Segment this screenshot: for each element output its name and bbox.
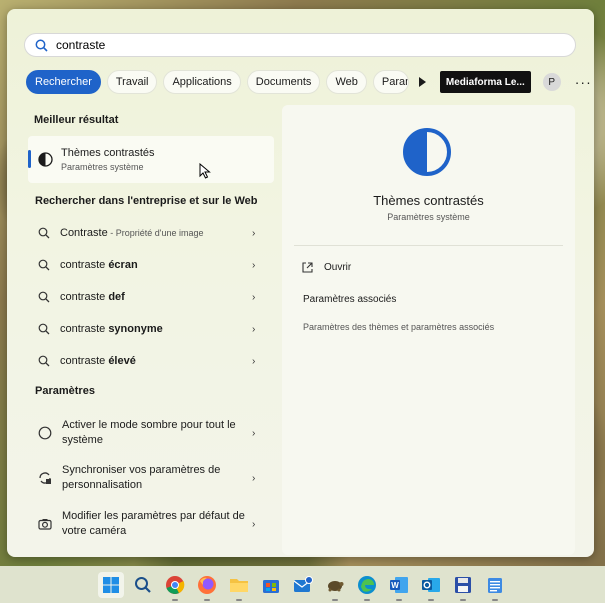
open-button[interactable]: Ouvrir <box>302 262 351 273</box>
web-result-text: contraste <box>60 291 109 303</box>
notepad-icon <box>487 577 502 593</box>
chip-documents[interactable]: Documents <box>246 70 321 94</box>
setting-label: Synchroniser vos paramètres de personnal… <box>62 464 221 491</box>
taskbar-file-explorer[interactable] <box>226 572 252 601</box>
camera-icon <box>38 519 52 530</box>
word-icon: W <box>389 576 408 593</box>
chevron-right-icon: › <box>252 323 256 335</box>
avatar[interactable]: P <box>542 73 561 91</box>
web-result-bold: écran <box>108 259 138 271</box>
web-result-bold: synonyme <box>108 323 163 335</box>
chevron-right-icon: › <box>252 259 256 271</box>
chevron-right-icon: › <box>252 291 256 303</box>
web-result-text: contraste <box>60 323 109 335</box>
taskbar-search-button[interactable] <box>130 572 156 598</box>
taskbar-edge[interactable] <box>354 572 380 601</box>
contrast-icon <box>38 152 53 167</box>
folder-icon <box>229 578 248 592</box>
store-icon <box>262 579 279 593</box>
chevron-right-icon: › <box>252 518 256 530</box>
section-settings: Paramètres <box>35 385 95 397</box>
chip-web[interactable]: Web <box>326 70 367 94</box>
preview-title: Thèmes contrastés <box>373 193 484 208</box>
chrome-icon <box>165 575 184 594</box>
mail-icon <box>293 575 313 592</box>
sync-icon <box>39 472 51 484</box>
filter-chips: Rechercher Travail Applications Document… <box>26 70 592 94</box>
web-result-bold: def <box>108 291 125 303</box>
edge-icon <box>357 575 376 594</box>
open-external-icon <box>302 262 313 273</box>
chip-travail[interactable]: Travail <box>106 70 158 94</box>
setting-label: Modifier les paramètres par défaut de vo… <box>62 510 245 537</box>
outlook-icon <box>421 577 440 592</box>
taskbar-word[interactable]: W <box>386 572 412 601</box>
web-result-bold: élevé <box>108 355 136 367</box>
taskbar-store[interactable] <box>258 572 284 598</box>
web-result-1[interactable]: Contraste - Propriété d'une image › <box>28 223 274 243</box>
taskbar-notepad[interactable] <box>482 572 508 601</box>
more-options-icon[interactable]: ··· <box>575 74 592 90</box>
windows-start-icon <box>102 576 119 593</box>
contrast-icon-large <box>403 128 451 176</box>
web-result-3[interactable]: contraste def › <box>28 287 274 307</box>
web-result-text: contraste <box>60 355 109 367</box>
search-icon <box>134 576 151 593</box>
associated-settings-title: Paramètres associés <box>303 294 397 305</box>
search-box[interactable] <box>24 33 576 57</box>
chip-rechercher[interactable]: Rechercher <box>26 70 101 94</box>
web-result-4[interactable]: contraste synonyme › <box>28 319 274 339</box>
chevron-right-icon: › <box>252 427 256 439</box>
associated-settings-link[interactable]: Paramètres des thèmes et paramètres asso… <box>303 322 494 332</box>
section-web: Rechercher dans l'entreprise et sur le W… <box>35 195 258 207</box>
setting-sync[interactable]: Synchroniser vos paramètres de personnal… <box>28 460 274 496</box>
open-label: Ouvrir <box>324 262 352 273</box>
search-input[interactable] <box>56 38 456 52</box>
search-icon <box>35 39 48 52</box>
search-icon <box>38 227 50 239</box>
mouse-cursor-icon <box>199 163 211 179</box>
floppy-disk-icon <box>454 576 471 593</box>
taskbar-firefox[interactable] <box>194 572 220 601</box>
search-icon <box>38 323 50 335</box>
setting-dark-mode[interactable]: Activer le mode sombre pour tout le syst… <box>28 415 274 451</box>
organization-badge[interactable]: Mediaforma Le... <box>439 71 531 93</box>
taskbar-outlook[interactable] <box>418 572 444 601</box>
taskbar-mail[interactable] <box>290 572 316 598</box>
section-best-result: Meilleur résultat <box>34 114 119 126</box>
taskbar-start-button[interactable] <box>97 571 124 598</box>
search-icon <box>38 259 50 271</box>
taskbar: W <box>0 566 605 603</box>
preview-subtitle: Paramètres système <box>387 212 470 222</box>
web-result-2[interactable]: contraste écran › <box>28 255 274 275</box>
web-result-5[interactable]: contraste élevé › <box>28 351 274 371</box>
best-result-title: Thèmes contrastés <box>61 147 155 159</box>
best-result-item[interactable]: Thèmes contrastés Paramètres système <box>28 136 274 183</box>
search-icon <box>38 291 50 303</box>
setting-camera[interactable]: Modifier les paramètres par défaut de vo… <box>28 506 274 542</box>
web-result-text: contraste <box>60 259 109 271</box>
taskbar-save-app[interactable] <box>450 572 476 601</box>
scroll-right-icon[interactable] <box>418 77 426 87</box>
chip-parametres[interactable]: Param <box>372 70 409 94</box>
svg-text:W: W <box>391 581 399 590</box>
best-result-subtitle: Paramètres système <box>61 162 144 172</box>
taskbar-chrome[interactable] <box>162 572 188 601</box>
web-result-text: Contraste <box>60 227 108 239</box>
chevron-right-icon: › <box>252 472 256 484</box>
chip-applications[interactable]: Applications <box>163 70 241 94</box>
preview-pane: Thèmes contrastés Paramètres système Ouv… <box>282 105 575 555</box>
dark-mode-icon <box>38 426 52 440</box>
tortoise-icon <box>327 580 343 591</box>
search-icon <box>38 355 50 367</box>
firefox-icon <box>197 575 216 594</box>
web-result-extra: - Propriété d'une image <box>107 228 204 238</box>
chevron-right-icon: › <box>252 355 256 367</box>
start-menu: Rechercher Travail Applications Document… <box>7 9 594 557</box>
divider <box>294 245 563 246</box>
taskbar-tortoise-app[interactable] <box>322 572 348 601</box>
setting-label: Activer le mode sombre pour tout le syst… <box>62 419 236 446</box>
chevron-right-icon: › <box>252 227 256 239</box>
